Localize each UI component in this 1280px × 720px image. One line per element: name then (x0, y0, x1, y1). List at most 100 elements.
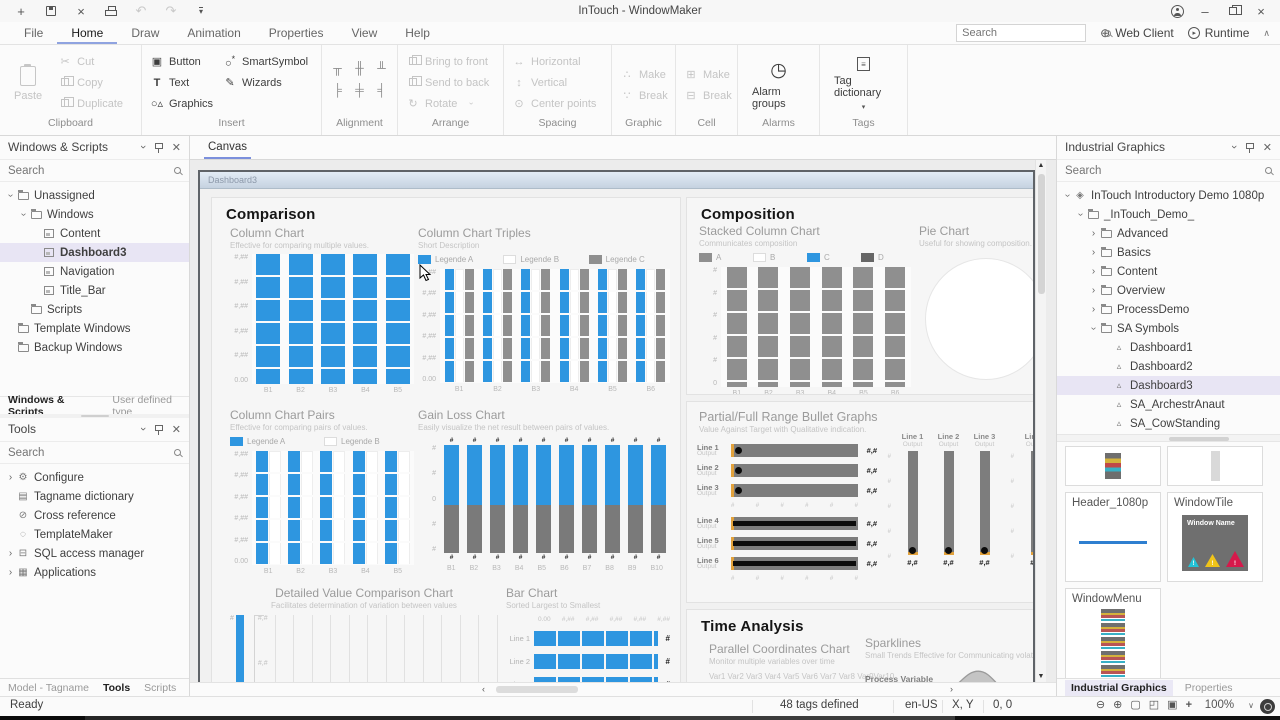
chevron-right-icon[interactable]: › (1087, 285, 1100, 296)
tab-canvas[interactable]: Canvas (204, 141, 251, 159)
column-chart-widget[interactable]: Column ChartEffective for comparing mult… (230, 226, 414, 396)
new-button[interactable]: + (8, 1, 34, 21)
pin-icon[interactable] (1245, 142, 1254, 153)
fit-window-icon[interactable]: ▣ (1167, 698, 1177, 711)
bar-chart-widget[interactable]: Bar ChartSorted Largest to Smallest0.00#… (506, 586, 670, 682)
pie-chart-widget[interactable]: Pie Chart Useful for showing composition… (919, 224, 1033, 380)
tree-item-templatemaker[interactable]: ◌TemplateMaker (0, 525, 189, 544)
insert-graphics-button[interactable]: ○▵Graphics (150, 95, 213, 112)
tree-item-intouch-introductory-demo-1080p[interactable]: ›◈InTouch Introductory Demo 1080p (1057, 186, 1280, 205)
sparklines-widget[interactable]: Sparklines Small Trends Effective for Co… (865, 636, 1033, 682)
restore-button[interactable] (1220, 1, 1246, 21)
chevron-down-icon[interactable]: › (1075, 208, 1086, 221)
menu-help[interactable]: Help (391, 23, 444, 44)
tree-item-applications[interactable]: ›▦Applications (0, 563, 189, 582)
scroll-left-icon[interactable]: ‹ (482, 684, 485, 694)
dashboard-window-titlebar[interactable]: Dashboard3 (200, 172, 1033, 189)
scroll-right-icon[interactable]: › (950, 684, 953, 694)
menu-draw[interactable]: Draw (117, 23, 173, 44)
scroll-down-icon[interactable]: ▼ (1036, 673, 1046, 680)
menu-home[interactable]: Home (57, 23, 117, 44)
zoom-selection-icon[interactable]: ◰ (1149, 698, 1159, 711)
paste-button[interactable]: Paste (8, 51, 48, 117)
tree-item-content[interactable]: ›Content (1057, 262, 1280, 281)
web-client-button[interactable]: ⊕Web Client (1100, 26, 1174, 40)
tab-scripts[interactable]: Scripts (144, 682, 176, 694)
insert-button-button[interactable]: ▣Button (150, 53, 213, 70)
tab-tools[interactable]: Tools (103, 682, 130, 694)
close-icon[interactable]: ✕ (172, 141, 181, 154)
tree-item-configure[interactable]: ›⚙Configure (0, 468, 189, 487)
align-center-horizontal-button[interactable]: ╪ (355, 83, 364, 97)
pin-icon[interactable] (154, 424, 163, 435)
tree-item-dashboard3[interactable]: Dashboard3 (0, 243, 189, 262)
tab-model-tagname[interactable]: Model - Tagname (8, 682, 89, 694)
align-center-vertical-button[interactable]: ╫ (355, 61, 364, 75)
menu-properties[interactable]: Properties (255, 23, 338, 44)
align-bottom-button[interactable]: ╨ (377, 61, 386, 75)
insert-text-button[interactable]: TText (150, 74, 213, 91)
gallery-tile[interactable] (1065, 446, 1161, 486)
tools-search[interactable] (0, 441, 189, 464)
graphic-break-button[interactable]: ∵Break (620, 87, 668, 104)
tree-item-basics[interactable]: ›Basics (1057, 243, 1280, 262)
tree-item-sql-access-manager[interactable]: ›⊟SQL access manager (0, 544, 189, 563)
collapse-ribbon-button[interactable]: ∧ (1263, 28, 1270, 39)
tree-item-sa-cowstanding[interactable]: ▵SA_CowStanding (1057, 414, 1280, 433)
status-circle-icon[interactable] (1260, 699, 1275, 714)
close-button[interactable]: × (1248, 1, 1274, 21)
menu-file[interactable]: File (10, 23, 57, 44)
account-button[interactable] (1164, 1, 1190, 21)
panel-splitter[interactable] (0, 414, 189, 418)
chevron-right-icon[interactable]: › (1087, 266, 1100, 277)
tree-item-scripts[interactable]: Scripts (0, 300, 189, 319)
graphics-search[interactable] (1057, 159, 1280, 182)
close-window-button[interactable]: × (68, 1, 94, 21)
zoom-level-dropdown[interactable]: 100% ∨ (1205, 699, 1254, 711)
tree-item--intouch-demo-[interactable]: ›_InTouch_Demo_ (1057, 205, 1280, 224)
rotate-button[interactable]: ↻Rotate › (406, 95, 489, 112)
dashboard-window[interactable]: Dashboard3 Comparison Column ChartEffect… (198, 170, 1035, 682)
undo-button[interactable]: ↶ (128, 1, 154, 21)
tree-item-backup-windows[interactable]: Backup Windows (0, 338, 189, 357)
chevron-right-icon[interactable]: › (1087, 304, 1100, 315)
align-right-button[interactable]: ╡ (377, 83, 386, 97)
scrollbar-thumb[interactable] (1038, 174, 1045, 294)
composition-section[interactable]: Composition Stacked Column ChartCommunic… (686, 197, 1033, 395)
chevron-down-icon[interactable]: › (1062, 189, 1073, 202)
close-icon[interactable]: ✕ (172, 423, 181, 436)
search-input[interactable] (8, 165, 174, 177)
chevron-right-icon[interactable]: › (4, 472, 17, 483)
menu-animation[interactable]: Animation (173, 23, 254, 44)
search-input[interactable] (1065, 165, 1265, 177)
vertical-scrollbar[interactable]: ▲ ▼ (1035, 160, 1046, 682)
insert-wizards-button[interactable]: ✎Wizards (223, 74, 308, 91)
column-chart-pairs-widget[interactable]: Column Chart PairsEffective for comparin… (230, 408, 414, 577)
search-input[interactable] (8, 447, 174, 459)
close-icon[interactable]: ✕ (1263, 141, 1272, 154)
tree-item-overview[interactable]: ›Overview (1057, 281, 1280, 300)
tree-item-navigation[interactable]: Navigation (0, 262, 189, 281)
tree-item-processdemo[interactable]: ›ProcessDemo (1057, 300, 1280, 319)
chevron-down-icon[interactable]: › (5, 189, 16, 202)
chevron-down-icon[interactable]: › (1228, 145, 1240, 149)
gallery-tile-windowmenu[interactable]: WindowMenu (1065, 588, 1161, 678)
horizontal-scrollbar[interactable]: ‹ › (190, 682, 1056, 696)
chevron-right-icon[interactable]: › (4, 567, 17, 578)
tree-item-dashboard1[interactable]: ▵Dashboard1 (1057, 338, 1280, 357)
save-button[interactable] (38, 1, 64, 21)
search-input[interactable] (962, 27, 1104, 39)
time-analysis-section[interactable]: Time Analysis Parallel Coordinates Chart… (686, 609, 1033, 682)
ribbon-search[interactable] (956, 24, 1086, 42)
chevron-right-icon[interactable]: › (1087, 228, 1100, 239)
detailed-value-comparison-widget[interactable]: Detailed Value Comparison ChartFacilitat… (230, 586, 498, 682)
column-chart-triples-widget[interactable]: Column Chart TriplesShort DescriptionLeg… (418, 226, 670, 395)
windows-search[interactable] (0, 159, 189, 182)
chevron-right-icon[interactable]: › (1087, 247, 1100, 258)
minimize-button[interactable]: – (1192, 1, 1218, 21)
print-button[interactable] (98, 1, 124, 21)
chevron-down-icon[interactable]: › (137, 145, 149, 149)
scroll-up-icon[interactable]: ▲ (1036, 162, 1046, 169)
cell-make-button[interactable]: ⊞Make (684, 66, 732, 83)
zoom-out-icon[interactable]: ⊖ (1096, 698, 1105, 711)
